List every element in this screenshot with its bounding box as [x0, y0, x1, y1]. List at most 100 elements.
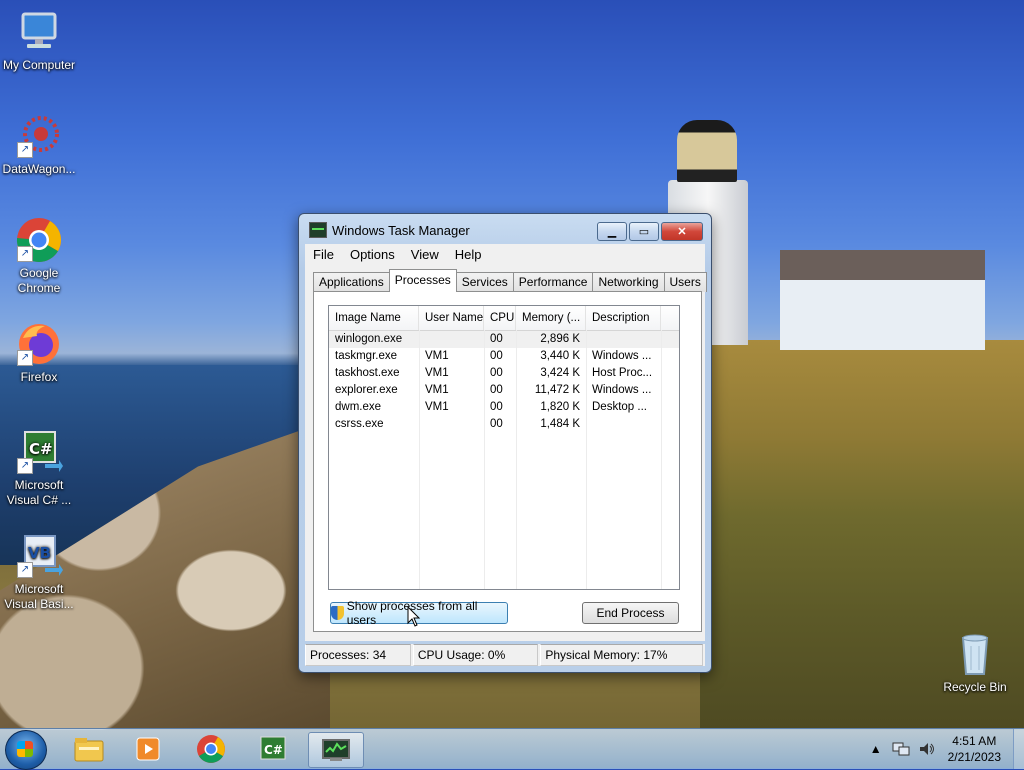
cell-cpu: 00	[490, 384, 503, 396]
cell-memory: 3,440 K	[540, 350, 580, 362]
desktop-icon-label: Firefox	[20, 370, 58, 384]
table-row[interactable]: taskmgr.exe VM1 00 3,440 K Windows ...	[329, 348, 679, 365]
status-processes: Processes: 34	[305, 644, 411, 666]
cell-description: Windows ...	[592, 384, 652, 396]
firefox-icon: ↗	[15, 320, 63, 368]
media-player-icon	[136, 737, 160, 761]
end-process-button[interactable]: End Process	[582, 602, 679, 624]
taskbar-explorer[interactable]	[62, 732, 116, 766]
show-hidden-icons-button[interactable]: ▲	[870, 742, 882, 756]
tab-users[interactable]: Users	[663, 272, 707, 292]
process-list[interactable]: Image Name User Name CPU Memory (... Des…	[328, 305, 680, 590]
tab-performance[interactable]: Performance	[512, 272, 594, 292]
tab-services[interactable]: Services	[455, 272, 514, 292]
cell-user-name: VM1	[425, 401, 449, 413]
status-bar: Processes: 34 CPU Usage: 0% Physical Mem…	[305, 644, 705, 666]
cell-memory: 2,896 K	[540, 333, 580, 345]
desktop-icon-label: Microsoft Visual Basi...	[4, 582, 74, 611]
visual-basic-icon: VB ↗	[15, 532, 63, 580]
menu-options[interactable]: Options	[342, 247, 403, 262]
cell-cpu: 00	[490, 418, 503, 430]
desktop-icon-google-chrome[interactable]: ↗ Google Chrome	[0, 216, 78, 296]
cell-image-name: taskhost.exe	[335, 367, 400, 379]
tab-processes[interactable]: Processes	[388, 269, 457, 292]
taskbar: C# ▲ 4:51 AM 2/21/2023	[0, 728, 1024, 770]
desktop-icon-datawagon[interactable]: ↗ DataWagon...	[0, 112, 78, 177]
cell-image-name: explorer.exe	[335, 384, 398, 396]
clock[interactable]: 4:51 AM 2/21/2023	[948, 733, 1001, 765]
cell-cpu: 00	[490, 350, 503, 362]
close-button[interactable]: ✕	[661, 222, 703, 241]
table-row[interactable]: winlogon.exe 00 2,896 K	[329, 331, 679, 348]
uac-shield-icon	[331, 606, 344, 620]
column-image-name[interactable]: Image Name	[329, 306, 419, 330]
desktop-icon-visual-csharp[interactable]: C# ↗ Microsoft Visual C# ...	[0, 428, 78, 508]
cell-description	[586, 331, 661, 348]
minimize-icon: ▁	[607, 226, 617, 238]
menu-file[interactable]: File	[305, 247, 342, 262]
taskbar-visual-csharp[interactable]: C#	[246, 732, 300, 766]
cell-description: Desktop ...	[592, 401, 647, 413]
table-row[interactable]: csrss.exe 00 1,484 K	[329, 416, 679, 433]
shortcut-arrow-icon: ↗	[17, 350, 33, 366]
menu-bar: File Options View Help	[305, 244, 705, 264]
visual-csharp-icon: C#	[260, 736, 286, 760]
clock-time: 4:51 AM	[952, 734, 997, 748]
system-tray: ▲ 4:51 AM 2/21/2023	[870, 729, 1024, 769]
column-cpu[interactable]: CPU	[484, 306, 516, 330]
start-button[interactable]	[5, 730, 47, 770]
window-client: Applications Processes Services Performa…	[305, 264, 707, 641]
network-icon[interactable]	[892, 741, 910, 757]
desktop-icon-label: My Computer	[2, 58, 76, 72]
chrome-icon	[197, 735, 225, 763]
visual-csharp-icon: C# ↗	[15, 428, 63, 476]
menu-view[interactable]: View	[403, 247, 447, 262]
cell-cpu: 00	[490, 333, 503, 345]
column-user-name[interactable]: User Name	[419, 306, 484, 330]
tab-applications[interactable]: Applications	[313, 272, 390, 292]
tab-networking[interactable]: Networking	[592, 272, 665, 292]
process-list-header: Image Name User Name CPU Memory (... Des…	[329, 306, 679, 331]
task-manager-icon	[309, 222, 327, 238]
cell-image-name: taskmgr.exe	[335, 350, 397, 362]
task-manager-icon	[322, 739, 350, 761]
cell-user-name	[419, 416, 484, 433]
recycle-bin-icon	[951, 630, 999, 678]
cell-image-name: winlogon.exe	[335, 333, 403, 345]
column-description[interactable]: Description	[586, 306, 661, 330]
menu-help[interactable]: Help	[447, 247, 490, 262]
task-manager-window[interactable]: Windows Task Manager ▁ ▭ ✕ File Options …	[298, 213, 712, 673]
column-memory[interactable]: Memory (...	[516, 306, 586, 330]
taskbar-chrome[interactable]	[184, 732, 238, 766]
chrome-icon: ↗	[15, 216, 63, 264]
volume-icon[interactable]	[918, 741, 936, 757]
clock-date: 2/21/2023	[947, 750, 1001, 764]
minimize-button[interactable]: ▁	[597, 222, 627, 241]
table-row[interactable]: explorer.exe VM1 00 11,472 K Windows ...	[329, 382, 679, 399]
column-divider	[586, 330, 587, 589]
column-divider	[661, 330, 662, 589]
desktop-icon-label: Google Chrome	[17, 266, 61, 295]
taskbar-task-manager[interactable]	[308, 732, 364, 768]
table-row[interactable]: taskhost.exe VM1 00 3,424 K Host Proc...	[329, 365, 679, 382]
desktop-icon-label: Recycle Bin	[943, 680, 1007, 694]
column-divider	[484, 330, 485, 589]
show-desktop-button[interactable]	[1013, 729, 1024, 769]
desktop-icon-recycle-bin[interactable]: Recycle Bin	[936, 630, 1014, 695]
datawagon-icon: ↗	[15, 112, 63, 160]
status-cpu-usage: CPU Usage: 0%	[412, 644, 539, 666]
desktop-icon-visual-basic[interactable]: VB ↗ Microsoft Visual Basi...	[0, 532, 78, 612]
taskbar-media-player[interactable]	[122, 732, 176, 766]
cell-image-name: dwm.exe	[335, 401, 382, 413]
desktop-icon-firefox[interactable]: ↗ Firefox	[0, 320, 78, 385]
wallpaper-house	[780, 250, 985, 350]
shortcut-arrow-icon: ↗	[17, 142, 33, 158]
cell-image-name: csrss.exe	[335, 418, 384, 430]
shortcut-arrow-icon: ↗	[17, 458, 33, 474]
desktop-icon-my-computer[interactable]: My Computer	[0, 8, 78, 73]
table-row[interactable]: dwm.exe VM1 00 1,820 K Desktop ...	[329, 399, 679, 416]
maximize-button[interactable]: ▭	[629, 222, 659, 241]
processes-panel: Image Name User Name CPU Memory (... Des…	[313, 291, 702, 632]
window-title: Windows Task Manager	[332, 222, 470, 238]
cell-memory: 3,424 K	[540, 367, 580, 379]
